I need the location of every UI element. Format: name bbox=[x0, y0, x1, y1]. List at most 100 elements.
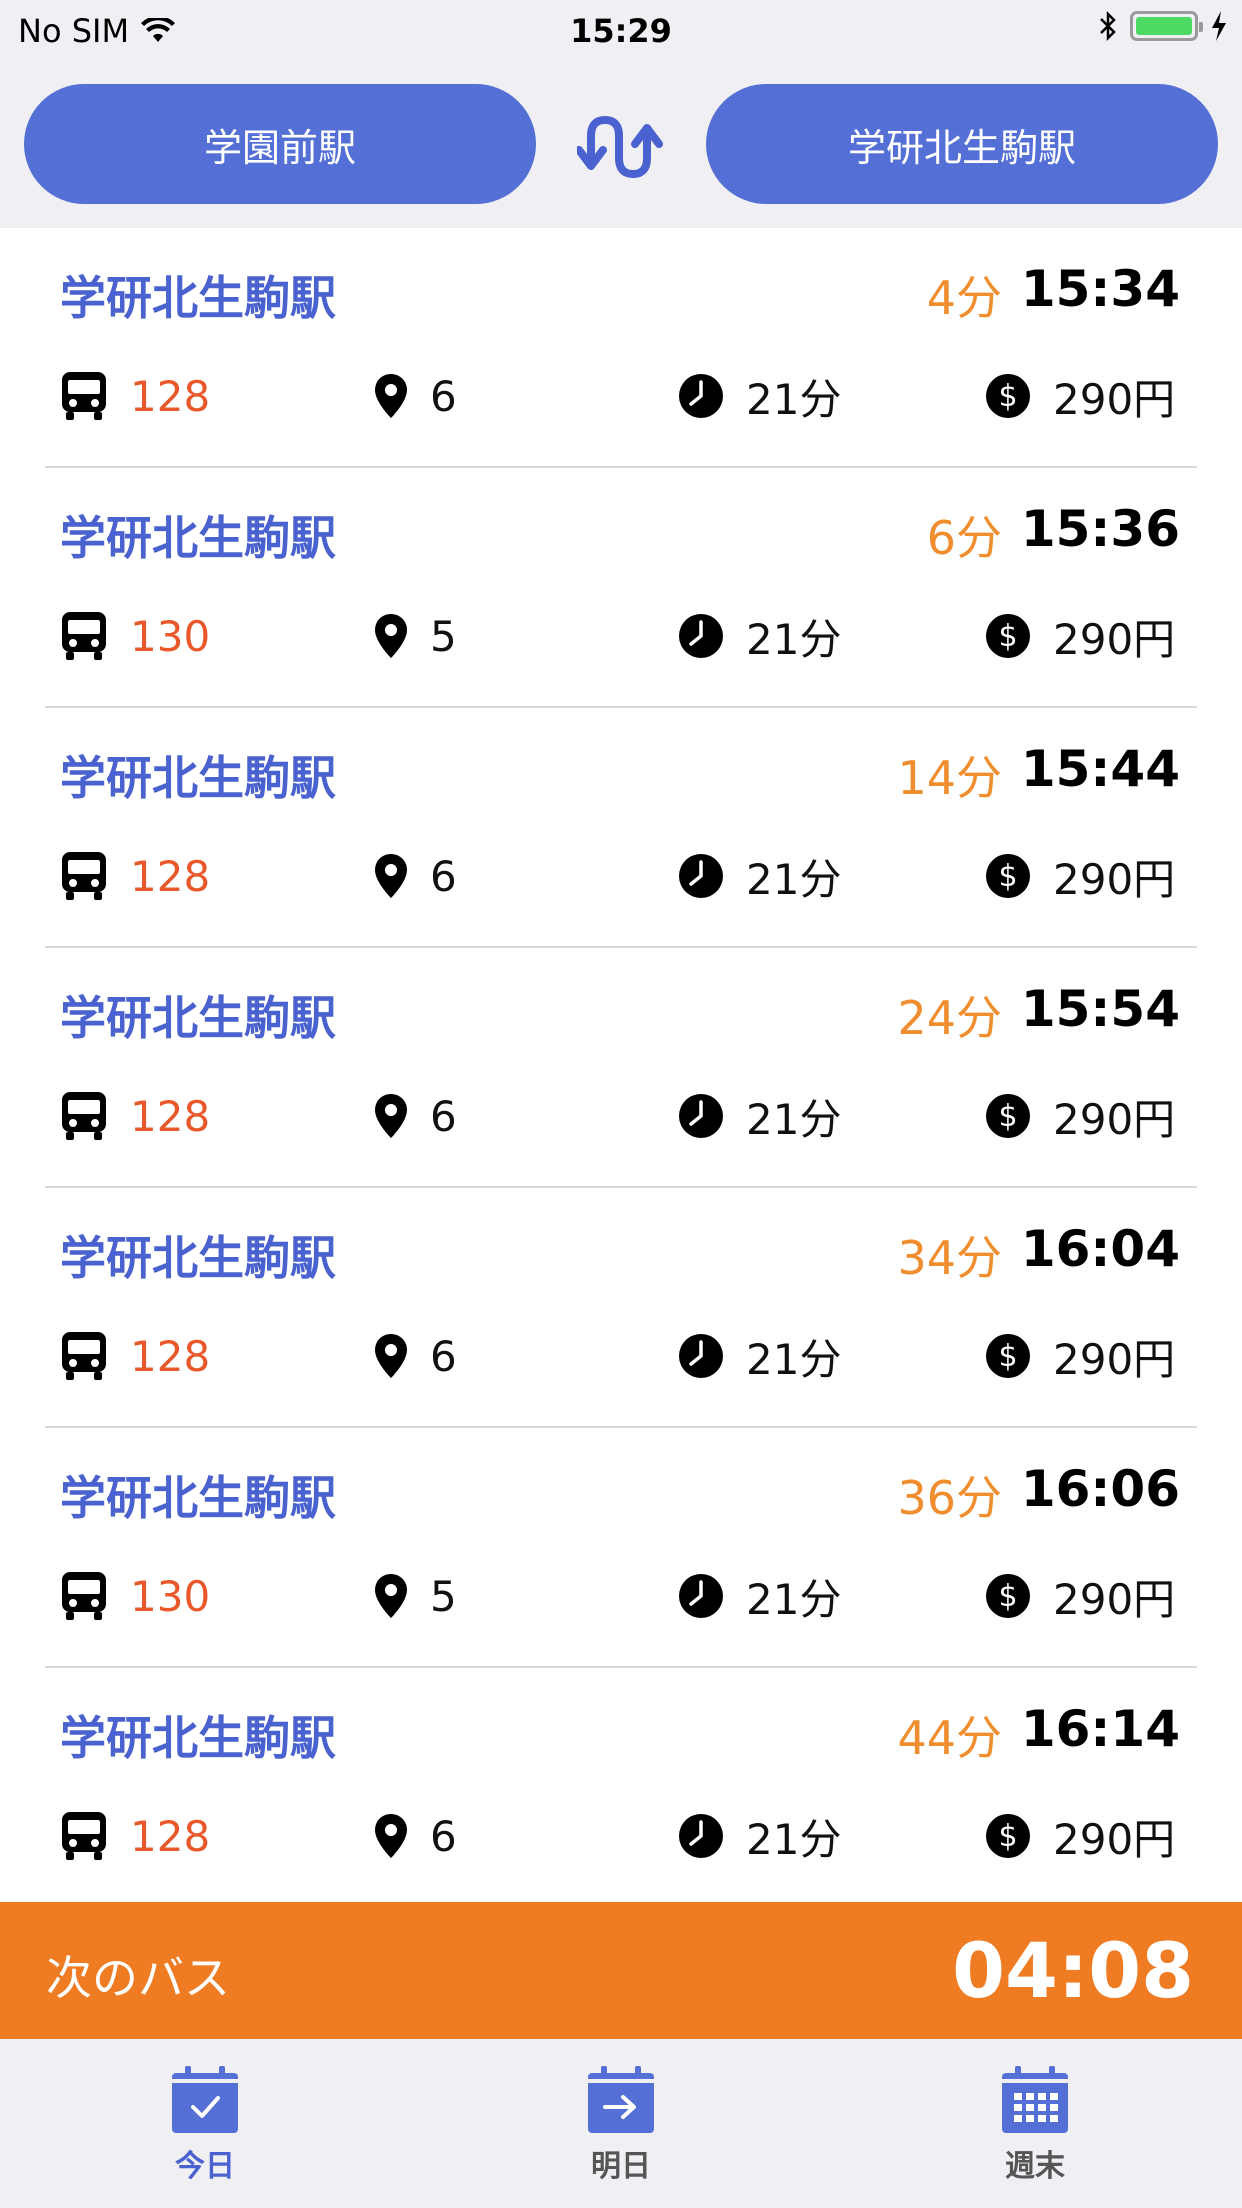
bus-number: 128 bbox=[130, 1091, 211, 1141]
departure-time: 15:36 bbox=[1020, 500, 1180, 558]
dollar-icon: $ bbox=[986, 374, 1030, 418]
tab-tomorrow-label: 明日 bbox=[591, 2149, 651, 2184]
departure-row[interactable]: 学研北生駒駅 36分 16:06 130 5 21分 $ 290円 bbox=[0, 1428, 1242, 1668]
svg-text:$: $ bbox=[998, 859, 1017, 894]
tab-tomorrow[interactable]: 明日 bbox=[521, 2065, 721, 2195]
calendar-grid-icon bbox=[1002, 2066, 1068, 2133]
duration-value: 21分 bbox=[746, 614, 842, 664]
bus-number: 128 bbox=[130, 1331, 211, 1381]
location-pin-icon bbox=[375, 614, 407, 658]
status-bar: No SIM 15:29 bbox=[0, 0, 1242, 62]
departure-row[interactable]: 学研北生駒駅 44分 16:14 128 6 21分 $ 290円 bbox=[0, 1668, 1242, 1900]
wait-time: 36分 bbox=[897, 1471, 1002, 1525]
bus-stop: 6 bbox=[374, 1806, 457, 1866]
to-station-button[interactable]: 学研北生駒駅 bbox=[706, 84, 1218, 204]
destination-label: 学研北生駒駅 bbox=[60, 991, 336, 1045]
from-station-button[interactable]: 学園前駅 bbox=[24, 84, 536, 204]
departure-time: 15:34 bbox=[1020, 260, 1180, 318]
fare-value: 290円 bbox=[1053, 614, 1176, 664]
bus-icon bbox=[62, 1332, 106, 1380]
bus-line: 128 bbox=[60, 366, 210, 426]
wait-time: 14分 bbox=[897, 751, 1002, 805]
duration-value: 21分 bbox=[746, 374, 842, 424]
departure-row[interactable]: 学研北生駒駅 14分 15:44 128 6 21分 $ 290円 bbox=[0, 708, 1242, 948]
next-bus-countdown: 04:08 bbox=[952, 1926, 1194, 2015]
departure-row[interactable]: 学研北生駒駅 6分 15:36 130 5 21分 $ 290円 bbox=[0, 468, 1242, 708]
dollar-icon: $ bbox=[986, 1094, 1030, 1138]
svg-text:$: $ bbox=[998, 1339, 1017, 1374]
fare: $ 290円 bbox=[985, 1566, 1175, 1626]
bus-icon bbox=[62, 1092, 106, 1140]
svg-text:$: $ bbox=[998, 1099, 1017, 1134]
bus-line: 128 bbox=[60, 1806, 210, 1866]
trip-duration: 21分 bbox=[678, 366, 841, 426]
clock-icon bbox=[679, 1574, 723, 1618]
bus-icon bbox=[62, 612, 106, 660]
bus-number: 128 bbox=[130, 1811, 211, 1861]
calendar-arrow-icon bbox=[588, 2066, 654, 2133]
fare-value: 290円 bbox=[1053, 1334, 1176, 1384]
svg-text:$: $ bbox=[998, 1579, 1017, 1614]
destination-label: 学研北生駒駅 bbox=[60, 1471, 336, 1525]
swap-arrows-icon[interactable] bbox=[577, 112, 663, 182]
location-pin-icon bbox=[375, 374, 407, 418]
destination-label: 学研北生駒駅 bbox=[60, 511, 336, 565]
bus-icon bbox=[62, 852, 106, 900]
dollar-icon: $ bbox=[986, 1814, 1030, 1858]
trip-duration: 21分 bbox=[678, 846, 841, 906]
departure-time: 16:06 bbox=[1020, 1460, 1180, 1518]
duration-value: 21分 bbox=[746, 1574, 842, 1624]
fare: $ 290円 bbox=[985, 606, 1175, 666]
route-header: 学園前駅 学研北生駒駅 bbox=[0, 62, 1242, 228]
tab-weekend-label: 週末 bbox=[1005, 2149, 1065, 2184]
bus-stop: 5 bbox=[374, 606, 457, 666]
next-bus-bar: 次のバス 04:08 bbox=[0, 1902, 1242, 2039]
bus-stop: 6 bbox=[374, 366, 457, 426]
clock-icon bbox=[679, 614, 723, 658]
departure-time: 16:04 bbox=[1020, 1220, 1180, 1278]
bus-stop: 5 bbox=[374, 1566, 457, 1626]
fare: $ 290円 bbox=[985, 1326, 1175, 1386]
clock-icon bbox=[679, 1334, 723, 1378]
destination-label: 学研北生駒駅 bbox=[60, 751, 336, 805]
wait-time: 34分 bbox=[897, 1231, 1002, 1285]
destination-label: 学研北生駒駅 bbox=[60, 271, 336, 325]
dollar-icon: $ bbox=[986, 1574, 1030, 1618]
duration-value: 21分 bbox=[746, 1334, 842, 1384]
departure-row[interactable]: 学研北生駒駅 24分 15:54 128 6 21分 $ 290円 bbox=[0, 948, 1242, 1188]
fare-value: 290円 bbox=[1053, 1574, 1176, 1624]
wait-time: 6分 bbox=[926, 511, 1002, 565]
departure-row[interactable]: 学研北生駒駅 34分 16:04 128 6 21分 $ 290円 bbox=[0, 1188, 1242, 1428]
departure-row[interactable]: 学研北生駒駅 4分 15:34 128 6 21分 $ 290円 bbox=[0, 228, 1242, 468]
duration-value: 21分 bbox=[746, 854, 842, 904]
tab-weekend[interactable]: 週末 bbox=[935, 2065, 1135, 2195]
trip-duration: 21分 bbox=[678, 1326, 841, 1386]
status-right bbox=[1098, 10, 1228, 42]
clock-icon bbox=[679, 1094, 723, 1138]
fare-value: 290円 bbox=[1053, 1094, 1176, 1144]
next-bus-label: 次のバス bbox=[46, 1951, 230, 2005]
stop-number: 6 bbox=[430, 851, 457, 901]
svg-text:$: $ bbox=[998, 1819, 1017, 1854]
tab-today[interactable]: 今日 bbox=[105, 2065, 305, 2195]
location-pin-icon bbox=[375, 854, 407, 898]
calendar-check-icon bbox=[172, 2066, 238, 2133]
fare: $ 290円 bbox=[985, 1806, 1175, 1866]
bus-stop: 6 bbox=[374, 1086, 457, 1146]
bus-number: 128 bbox=[130, 371, 211, 421]
wait-time: 24分 bbox=[897, 991, 1002, 1045]
location-pin-icon bbox=[375, 1094, 407, 1138]
departure-list[interactable]: 学研北生駒駅 4分 15:34 128 6 21分 $ 290円 学研北生駒駅 … bbox=[0, 228, 1242, 1900]
trip-duration: 21分 bbox=[678, 1566, 841, 1626]
bus-line: 128 bbox=[60, 1086, 210, 1146]
battery-level bbox=[1136, 17, 1192, 35]
svg-text:$: $ bbox=[998, 379, 1017, 414]
departure-time: 15:44 bbox=[1020, 740, 1180, 798]
dollar-icon: $ bbox=[986, 854, 1030, 898]
fare: $ 290円 bbox=[985, 846, 1175, 906]
bus-icon bbox=[62, 1812, 106, 1860]
stop-number: 6 bbox=[430, 1091, 457, 1141]
clock-icon bbox=[679, 1814, 723, 1858]
duration-value: 21分 bbox=[746, 1094, 842, 1144]
bus-number: 128 bbox=[130, 851, 211, 901]
